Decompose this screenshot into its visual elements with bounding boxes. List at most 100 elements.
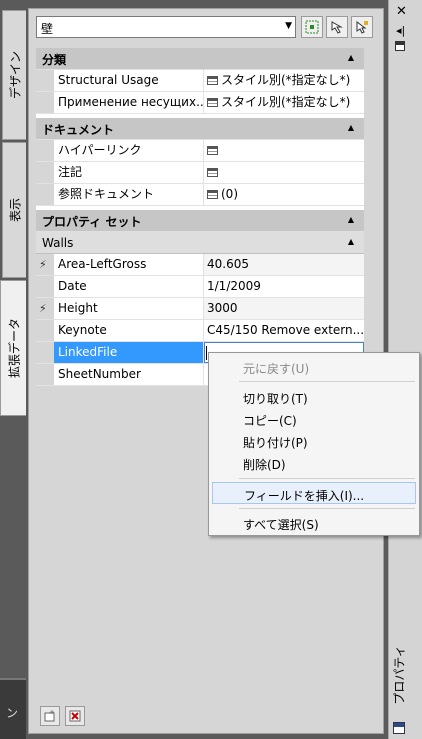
table-row[interactable]: 注記	[36, 162, 364, 184]
collapse-icon[interactable]: ▲	[348, 237, 354, 246]
property-name: Keynote	[54, 320, 204, 341]
property-grid: 分類 ▲ Structural Usage スタイル別(*指定なし*) Прим…	[36, 48, 364, 386]
subcategory-walls[interactable]: Walls ▲	[36, 232, 364, 254]
property-value[interactable]: 1/1/2009	[204, 276, 364, 297]
menu-item-label: 元に戻す(U)	[243, 362, 310, 376]
property-value[interactable]: C45/150 Remove extern...	[204, 320, 364, 341]
category-classification[interactable]: 分類 ▲	[36, 48, 364, 70]
row-gutter: ⚡	[36, 254, 54, 275]
property-value[interactable]	[204, 140, 364, 161]
property-value[interactable]: (0)	[204, 184, 364, 205]
property-value[interactable]: スタイル別(*指定なし*)	[204, 92, 364, 113]
quick-select-button[interactable]	[326, 16, 348, 38]
property-value[interactable]	[204, 162, 364, 183]
property-name: Structural Usage	[54, 70, 204, 91]
property-value: 3000	[204, 298, 364, 319]
add-property-set-icon	[44, 710, 55, 722]
menu-item-undo[interactable]: 元に戻す(U)	[212, 356, 416, 378]
background-text: ン	[6, 706, 19, 720]
table-row[interactable]: Structural Usage スタイル別(*指定なし*)	[36, 70, 364, 92]
tab-strip: デザイン 表示 拡張データ	[0, 0, 27, 739]
row-gutter: ⚡	[36, 298, 54, 319]
quick-select-icon	[331, 21, 343, 34]
property-name: SheetNumber	[54, 364, 204, 385]
remove-property-set-button[interactable]	[65, 706, 85, 726]
menu-separator	[239, 381, 415, 382]
chevron-down-icon: ▼	[285, 21, 292, 31]
palette-title: プロパティ	[390, 640, 408, 710]
menu-item-label: コピー(C)	[243, 414, 297, 428]
menu-separator	[239, 478, 415, 479]
menu-item-label: フィールドを挿入(I)...	[244, 489, 365, 503]
table-row[interactable]: ⚡ Height 3000	[36, 298, 364, 320]
menu-item-cut[interactable]: 切り取り(T)	[212, 386, 416, 408]
tab-display[interactable]: 表示	[2, 142, 26, 278]
tab-extended-data-label: 拡張データ	[7, 317, 22, 379]
pickadd-button[interactable]	[351, 16, 373, 38]
property-name: Height	[54, 298, 204, 319]
formula-icon: ⚡	[39, 258, 47, 271]
category-property-sets[interactable]: プロパティ セット ▲	[36, 210, 364, 232]
property-name: Area-LeftGross	[54, 254, 204, 275]
menu-item-select-all[interactable]: すべて選択(S)	[212, 512, 416, 534]
background-window: ン	[0, 680, 28, 739]
object-type-value: 壁	[41, 22, 54, 36]
table-row[interactable]: Применение несущих... スタイル別(*指定なし*)	[36, 92, 364, 114]
category-label: プロパティ セット	[42, 215, 142, 229]
property-value-text: スタイル別(*指定なし*)	[221, 73, 351, 87]
property-value[interactable]: スタイル別(*指定なし*)	[204, 70, 364, 91]
style-icon	[207, 76, 218, 85]
select-objects-icon	[305, 20, 319, 34]
object-type-selector[interactable]: 壁 ▼	[36, 16, 296, 38]
menu-item-delete[interactable]: 削除(D)	[212, 452, 416, 474]
property-name: 参照ドキュメント	[54, 184, 204, 205]
menu-item-label: 削除(D)	[243, 458, 286, 472]
collapse-icon[interactable]: ▲	[348, 123, 354, 132]
table-row[interactable]: Date 1/1/2009	[36, 276, 364, 298]
property-name: Применение несущих...	[54, 92, 204, 113]
table-row[interactable]: ⚡ Area-LeftGross 40.605	[36, 254, 364, 276]
category-label: ドキュメント	[42, 123, 115, 137]
pickadd-icon	[356, 21, 368, 34]
edit-dialog-icon[interactable]	[207, 190, 218, 199]
property-value-text: スタイル別(*指定なし*)	[221, 95, 351, 109]
menu-item-label: 貼り付け(P)	[243, 436, 308, 450]
table-row[interactable]: Keynote C45/150 Remove extern...	[36, 320, 364, 342]
close-icon[interactable]: ✕	[396, 4, 407, 19]
auto-hide-icon[interactable]: ◂|	[396, 24, 405, 37]
collapse-icon[interactable]: ▲	[348, 215, 354, 224]
row-gutter	[36, 342, 54, 363]
row-gutter	[36, 364, 54, 385]
row-gutter	[36, 184, 54, 205]
row-gutter	[36, 162, 54, 183]
subcategory-label: Walls	[42, 236, 74, 250]
add-property-set-button[interactable]	[40, 706, 60, 726]
menu-item-label: 切り取り(T)	[243, 392, 308, 406]
tab-extended-data[interactable]: 拡張データ	[0, 280, 27, 416]
palette-title-text: プロパティ	[392, 645, 407, 705]
properties-menu-icon[interactable]	[395, 41, 405, 51]
context-menu: 元に戻す(U) 切り取り(T) コピー(C) 貼り付け(P) 削除(D) フィー…	[208, 352, 420, 536]
property-value: 40.605	[204, 254, 364, 275]
edit-dialog-icon[interactable]	[207, 168, 218, 177]
menu-separator	[239, 508, 415, 509]
category-document[interactable]: ドキュメント ▲	[36, 118, 364, 140]
tab-design-label: デザイン	[8, 50, 22, 100]
property-name: LinkedFile	[54, 342, 204, 363]
property-name: ハイパーリンク	[54, 140, 204, 161]
collapse-icon[interactable]: ▲	[348, 53, 354, 62]
tab-display-label: 表示	[8, 197, 22, 223]
select-objects-button[interactable]	[301, 16, 323, 38]
menu-item-label: すべて選択(S)	[243, 518, 319, 532]
table-row[interactable]: 参照ドキュメント (0)	[36, 184, 364, 206]
property-name: 注記	[54, 162, 204, 183]
menu-item-paste[interactable]: 貼り付け(P)	[212, 430, 416, 452]
row-gutter	[36, 140, 54, 161]
edit-dialog-icon[interactable]	[207, 146, 218, 155]
style-icon	[207, 98, 218, 107]
tab-design[interactable]: デザイン	[2, 10, 26, 140]
palette-icon	[393, 722, 405, 734]
menu-item-insert-field[interactable]: フィールドを挿入(I)...	[212, 482, 416, 504]
table-row[interactable]: ハイパーリンク	[36, 140, 364, 162]
menu-item-copy[interactable]: コピー(C)	[212, 408, 416, 430]
